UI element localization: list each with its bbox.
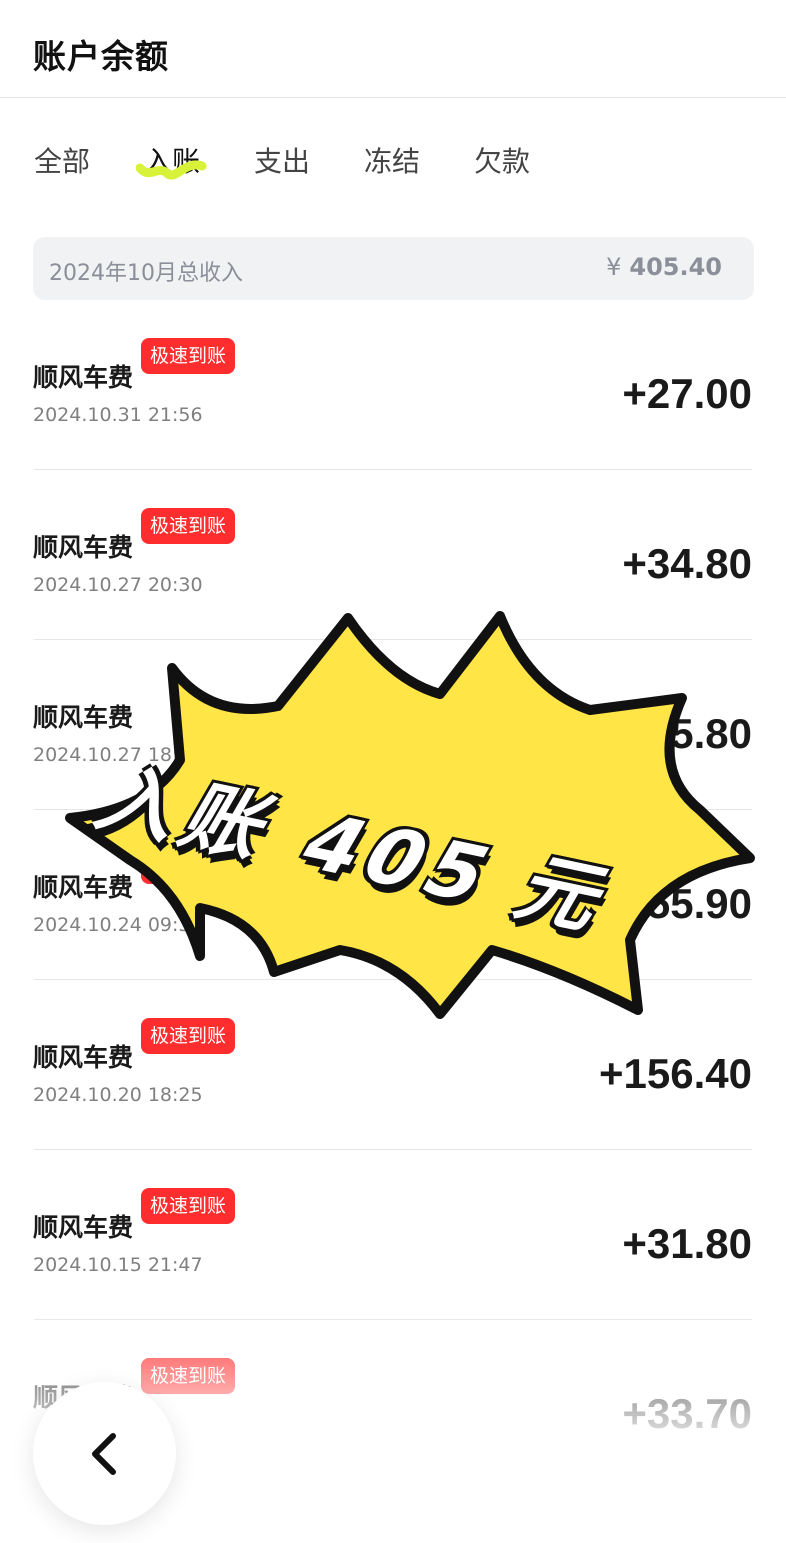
transaction-amount: +27.00 — [622, 370, 752, 417]
currency-symbol: ¥ — [606, 253, 622, 281]
transaction-title: 顺风车费 — [33, 363, 134, 392]
active-tab-highlight — [136, 160, 207, 180]
chevron-left-icon — [92, 1433, 116, 1475]
list-item[interactable]: 顺风车费 极速到账 2024.10.15 21:47 +31.80 — [0, 1150, 786, 1320]
list-item[interactable]: 顺风车费 极速到账 2024.10.31 21:56 +27.00 — [0, 300, 786, 470]
transaction-time: 2024.10.20 18:25 — [33, 1084, 203, 1106]
tab-bar: 全部 入账 支出 冻结 欠款 — [0, 98, 786, 228]
fast-arrival-badge: 极速到账 — [141, 508, 236, 544]
fast-arrival-badge: 极速到账 — [141, 338, 236, 374]
transaction-time: 2024.10.27 20:30 — [33, 574, 203, 596]
back-button[interactable] — [33, 1382, 176, 1525]
fast-arrival-badge: 极速到账 — [141, 1358, 236, 1394]
monthly-income-summary: 2024年10月总收入 ¥405.40 — [33, 237, 754, 300]
tab-frozen[interactable]: 冻结 — [364, 140, 420, 180]
tab-debt[interactable]: 欠款 — [474, 140, 530, 180]
page-title: 账户余额 — [33, 37, 169, 76]
transaction-amount: +31.80 — [622, 1220, 752, 1267]
tab-expense[interactable]: 支出 — [254, 140, 310, 180]
summary-label: 2024年10月总收入 — [49, 261, 243, 286]
tab-all[interactable]: 全部 — [34, 140, 90, 180]
transaction-title: 顺风车费 — [33, 1213, 134, 1242]
transaction-amount: +34.80 — [622, 540, 752, 587]
header: 账户余额 — [0, 0, 786, 98]
transaction-title: 顺风车费 — [33, 533, 134, 562]
fast-arrival-badge: 极速到账 — [141, 1188, 236, 1224]
transaction-time: 2024.10.15 21:47 — [33, 1254, 203, 1276]
transaction-amount: +156.40 — [599, 1050, 752, 1097]
transaction-title: 顺风车费 — [33, 1043, 134, 1072]
transaction-time: 2024.10.31 21:56 — [33, 404, 203, 426]
summary-amount: ¥405.40 — [606, 253, 722, 281]
summary-value: 405.40 — [629, 253, 722, 281]
transaction-amount: +33.70 — [622, 1390, 752, 1437]
